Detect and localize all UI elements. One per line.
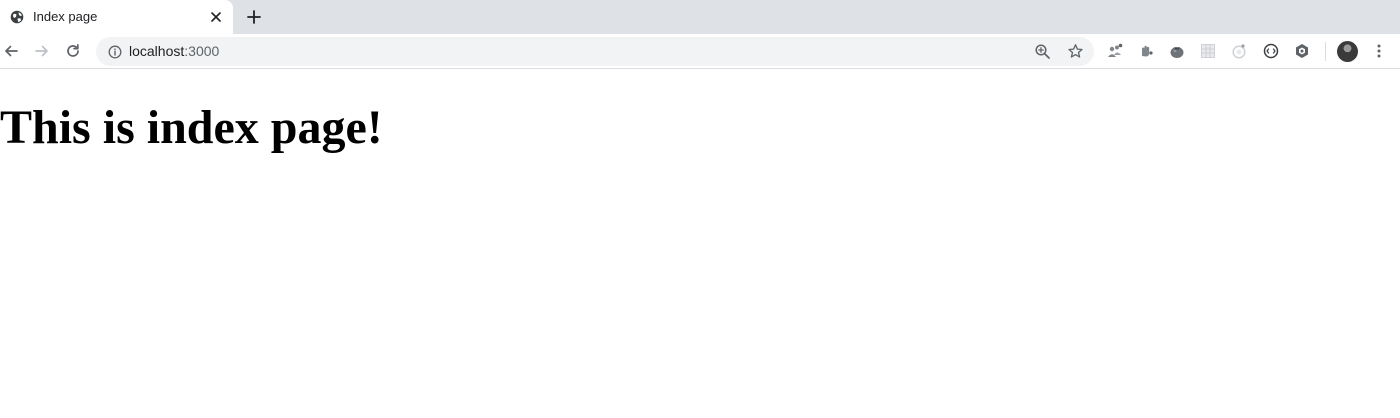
bookmark-star-icon[interactable] [1067,43,1084,60]
more-vert-icon[interactable] [1371,43,1387,59]
extension-ring-icon[interactable] [1230,42,1248,60]
profile-avatar[interactable] [1337,41,1358,62]
browser-tab-active[interactable]: Index page [0,0,233,34]
toolbar-divider [1325,42,1326,61]
extension-tomato-icon[interactable] [1168,42,1186,60]
new-tab-icon[interactable] [245,8,263,26]
url-text[interactable]: localhost:3000 [129,43,219,60]
site-info-icon[interactable] [108,45,122,59]
page-heading: This is index page! [0,101,383,154]
back-arrow-icon[interactable] [2,42,20,60]
address-bar[interactable]: localhost:3000 [96,37,1094,66]
reload-icon[interactable] [64,42,82,60]
globe-icon [10,10,24,24]
browser-toolbar: localhost:3000 [0,34,1400,69]
extension-circle-icon[interactable] [1262,42,1280,60]
extension-hand-icon[interactable] [1137,42,1155,60]
zoom-icon[interactable] [1034,43,1051,60]
extension-people-icon[interactable] [1106,42,1124,60]
tab-strip: Index page [0,0,1400,34]
url-port: :3000 [184,43,220,59]
forward-arrow-icon[interactable] [33,42,51,60]
url-host: localhost [129,43,185,59]
tab-title: Index page [33,9,98,24]
close-tab-icon[interactable] [209,10,223,24]
extension-cube-icon[interactable] [1293,42,1311,60]
extension-grid-icon[interactable] [1199,42,1217,60]
